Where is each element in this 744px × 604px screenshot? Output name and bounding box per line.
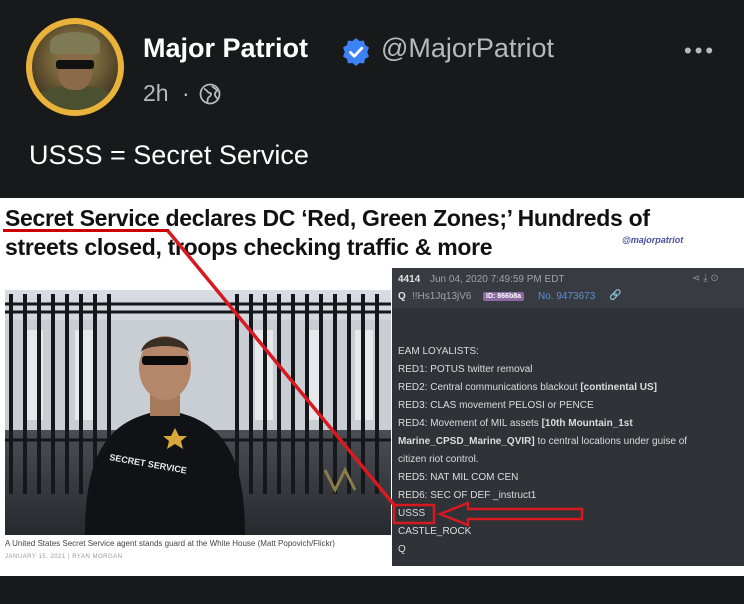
bottom-spacer xyxy=(0,576,744,604)
post-timestamp[interactable]: 2h xyxy=(143,80,169,107)
post-image[interactable]: Secret Service declares DC ‘Red, Green Z… xyxy=(0,198,744,576)
red-annotations xyxy=(166,229,584,527)
meta-separator: · xyxy=(182,80,190,106)
red-connector-line xyxy=(166,229,397,508)
globe-icon xyxy=(199,83,221,105)
red-arrow-icon xyxy=(436,501,584,527)
avatar-photo xyxy=(32,24,118,110)
author-handle[interactable]: @MajorPatriot xyxy=(381,33,554,64)
more-options-icon[interactable]: ••• xyxy=(684,38,716,64)
author-avatar[interactable] xyxy=(26,18,124,116)
author-name[interactable]: Major Patriot xyxy=(143,33,308,64)
verified-badge-icon xyxy=(343,38,369,66)
post-text: USSS = Secret Service xyxy=(29,140,309,170)
usss-highlight-box xyxy=(392,503,436,525)
